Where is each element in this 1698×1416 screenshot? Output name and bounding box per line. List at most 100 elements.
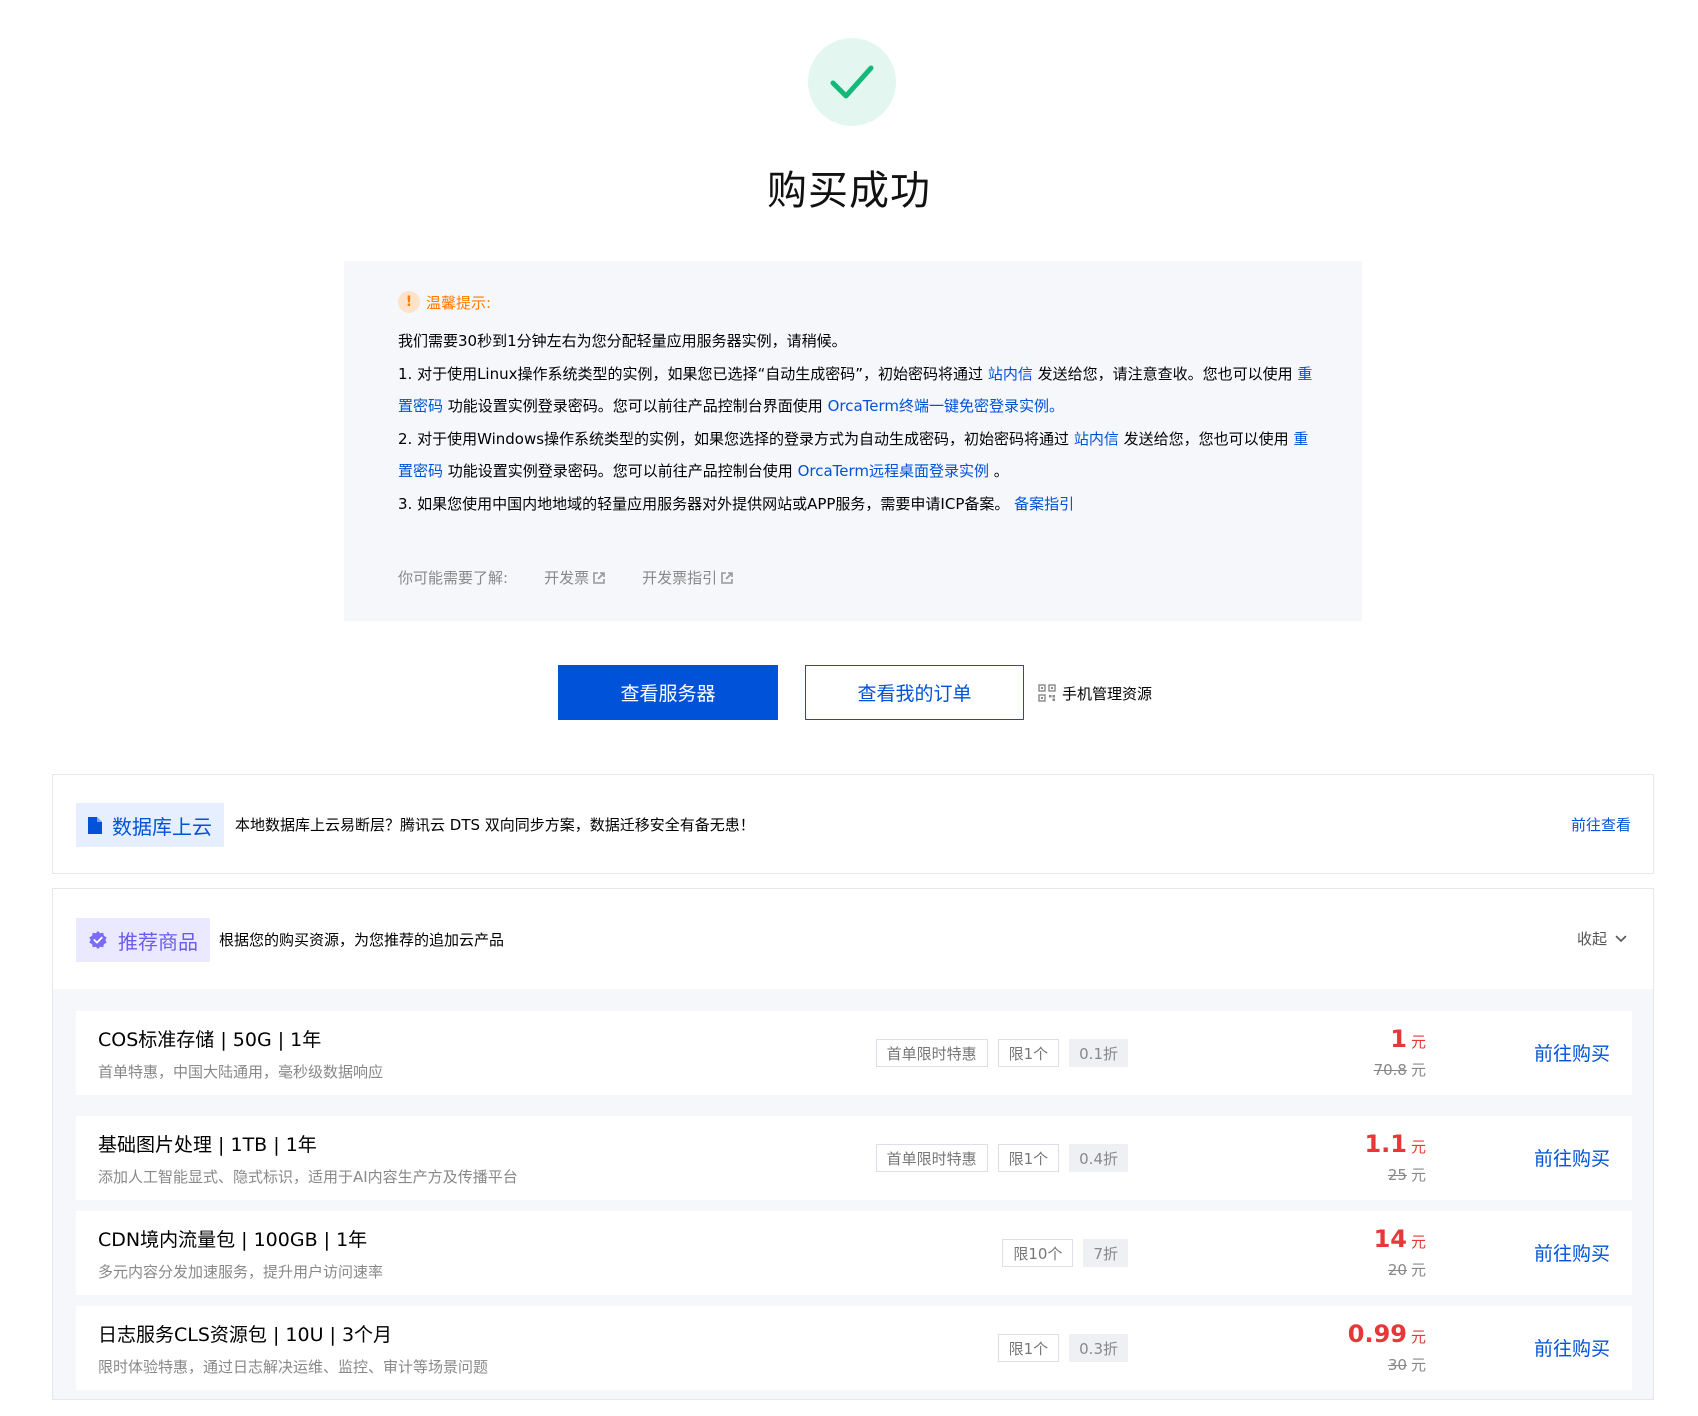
discount-tag: 0.1折 (1069, 1039, 1128, 1067)
database-banner-text: 本地数据库上云易断层？腾讯云 DTS 双向同步方案，数据迁移安全有备无患！ (235, 816, 755, 834)
notice-text: 发送给您，您也可以使用 (1118, 429, 1294, 448)
invoice-guide-link-label: 开发票指引 (642, 569, 718, 587)
notice-text: 功能设置实例登录密码。您可以前往产品控制台界面使用 (443, 397, 828, 415)
product-name: CDN境内流量包 | 100GB | 1年 (98, 1229, 368, 1251)
success-badge (808, 38, 896, 126)
product-tags: 首单限时特惠 限1个 0.4折 (866, 1144, 1128, 1172)
mobile-manage-label: 手机管理资源 (1062, 684, 1153, 703)
buy-link[interactable]: 前往购买 (1534, 1039, 1610, 1066)
product-price: 0.99 元 30 元 (1348, 1320, 1426, 1375)
document-icon (88, 816, 102, 834)
warning-icon: ! (398, 291, 420, 313)
page-title: 购买成功 (767, 168, 931, 214)
database-banner: 数据库上云 本地数据库上云易断层？腾讯云 DTS 双向同步方案，数据迁移安全有备… (52, 774, 1654, 874)
recommend-tag-label: 推荐商品 (118, 929, 198, 954)
invoice-guide-link[interactable]: 开发票指引 (642, 567, 734, 588)
buy-link[interactable]: 前往购买 (1534, 1334, 1610, 1361)
original-price-unit: 元 (1410, 1061, 1426, 1079)
recommend-panel: 推荐商品 根据您的购买资源，为您推荐的追加云产品 收起 COS标准存储 | 50… (52, 888, 1654, 1400)
notice-header: ! 温馨提示: (398, 291, 491, 313)
orcaterm-remote-desktop-link[interactable]: OrcaTerm远程桌面登录实例 (798, 462, 989, 480)
external-link-icon (593, 571, 605, 584)
price-unit: 元 (1410, 1138, 1426, 1156)
recommend-desc: 根据您的购买资源，为您推荐的追加云产品 (219, 931, 505, 949)
check-icon (830, 65, 874, 99)
notice-text: 发送给您，请注意查收。您也可以使用 (1032, 364, 1298, 383)
database-tag: 数据库上云 (76, 803, 224, 847)
site-message-link[interactable]: 站内信 (988, 365, 1033, 383)
current-price: 14 (1373, 1225, 1407, 1253)
product-desc: 首单特惠，中国大陆通用，毫秒级数据响应 (98, 1063, 384, 1081)
invoice-link-label: 开发票 (544, 569, 590, 587)
view-servers-button[interactable]: 查看服务器 (558, 665, 778, 720)
product-tags: 首单限时特惠 限1个 0.1折 (866, 1039, 1128, 1067)
buy-link[interactable]: 前往购买 (1534, 1239, 1610, 1266)
discount-tag: 7折 (1083, 1239, 1128, 1267)
original-price-unit: 元 (1410, 1166, 1426, 1184)
limit-tag: 限1个 (997, 1144, 1060, 1172)
price-unit: 元 (1410, 1233, 1426, 1251)
notice-text: 。 (989, 462, 1009, 480)
notice-text: 3. 如果您使用中国内地地域的轻量应用服务器对外提供网站或APP服务，需要申请I… (398, 494, 1015, 513)
external-link-icon (721, 571, 733, 584)
site-message-link[interactable]: 站内信 (1074, 430, 1119, 448)
notice-panel: ! 温馨提示: 我们需要30秒到1分钟左右为您分配轻量应用服务器实例，请稍候。 … (344, 261, 1362, 621)
view-orders-button[interactable]: 查看我的订单 (805, 665, 1024, 720)
original-price-unit: 元 (1410, 1356, 1426, 1374)
product-name: 日志服务CLS资源包 | 10U | 3个月 (98, 1324, 393, 1346)
notice-body: 我们需要30秒到1分钟左右为您分配轻量应用服务器实例，请稍候。 1. 对于使用L… (398, 325, 1318, 520)
notice-text: 1. 对于使用Linux操作系统类型的实例，如果您已选择“自动生成密码”，初始密… (398, 364, 988, 383)
collapse-label: 收起 (1576, 930, 1607, 948)
recommend-list: COS标准存储 | 50G | 1年 首单特惠，中国大陆通用，毫秒级数据响应 首… (53, 989, 1653, 1399)
verified-badge-icon (89, 931, 107, 949)
chevron-down-icon (1615, 935, 1627, 942)
product-desc: 多元内容分发加速服务，提升用户访问速率 (98, 1263, 384, 1281)
product-row-image-processing: 基础图片处理 | 1TB | 1年 添加人工智能显式、隐式标识，适用于AI内容生… (76, 1116, 1632, 1200)
product-row-cls: 日志服务CLS资源包 | 10U | 3个月 限时体验特惠，通过日志解决运维、监… (76, 1306, 1632, 1390)
learn-more-row: 你可能需要了解: 开发票 开发票指引 (398, 567, 734, 588)
mobile-manage-link[interactable]: 手机管理资源 (1038, 681, 1152, 705)
product-price: 14 元 20 元 (1374, 1225, 1426, 1280)
icp-guide-link[interactable]: 备案指引 (1014, 495, 1074, 513)
qrcode-icon (1038, 684, 1056, 702)
price-unit: 元 (1410, 1328, 1426, 1346)
product-desc: 添加人工智能显式、隐式标识，适用于AI内容生产方及传播平台 (98, 1168, 518, 1186)
product-tags: 限1个 0.3折 (988, 1334, 1128, 1362)
original-price: 30 (1387, 1356, 1407, 1374)
notice-item-2: 2. 对于使用Windows操作系统类型的实例，如果您选择的登录方式为自动生成密… (398, 423, 1318, 488)
notice-text: 功能设置实例登录密码。您可以前往产品控制台使用 (443, 462, 798, 480)
product-name: COS标准存储 | 50G | 1年 (98, 1029, 322, 1051)
current-price: 1.1 (1364, 1130, 1407, 1158)
current-price: 0.99 (1347, 1320, 1407, 1348)
limit-tag: 限1个 (997, 1334, 1060, 1362)
database-tag-label: 数据库上云 (112, 814, 212, 839)
orcaterm-login-link[interactable]: OrcaTerm终端一键免密登录实例。 (828, 397, 1064, 415)
collapse-toggle[interactable]: 收起 (1577, 928, 1627, 949)
discount-tag: 0.3折 (1069, 1334, 1128, 1362)
notice-item-3: 3. 如果您使用中国内地地域的轻量应用服务器对外提供网站或APP服务，需要申请I… (398, 488, 1318, 521)
invoice-link[interactable]: 开发票 (544, 567, 606, 588)
current-price: 1 (1390, 1025, 1407, 1053)
original-price: 20 (1387, 1261, 1407, 1279)
product-row-cos: COS标准存储 | 50G | 1年 首单特惠，中国大陆通用，毫秒级数据响应 首… (76, 1011, 1632, 1095)
price-unit: 元 (1410, 1033, 1426, 1051)
notice-text: 2. 对于使用Windows操作系统类型的实例，如果您选择的登录方式为自动生成密… (398, 429, 1074, 448)
product-desc: 限时体验特惠，通过日志解决运维、监控、审计等场景问题 (98, 1358, 489, 1376)
notice-line-0: 我们需要30秒到1分钟左右为您分配轻量应用服务器实例，请稍候。 (398, 332, 847, 350)
product-price: 1.1 元 25 元 (1364, 1130, 1426, 1185)
product-row-cdn: CDN境内流量包 | 100GB | 1年 多元内容分发加速服务，提升用户访问速… (76, 1211, 1632, 1295)
notice-item-1: 1. 对于使用Linux操作系统类型的实例，如果您已选择“自动生成密码”，初始密… (398, 358, 1318, 423)
promo-tag: 首单限时特惠 (875, 1144, 988, 1172)
product-price: 1元 70.8 元 (1374, 1025, 1426, 1080)
view-dts-link[interactable]: 前往查看 (1571, 814, 1631, 835)
buy-link[interactable]: 前往购买 (1534, 1144, 1610, 1171)
original-price-unit: 元 (1410, 1261, 1426, 1279)
limit-tag: 限1个 (997, 1039, 1060, 1067)
notice-title: 温馨提示: (426, 293, 492, 312)
recommend-tag: 推荐商品 (76, 918, 210, 962)
original-price: 70.8 (1373, 1061, 1407, 1079)
limit-tag: 限10个 (1002, 1239, 1074, 1267)
learn-more-label: 你可能需要了解: (398, 569, 509, 587)
discount-tag: 0.4折 (1069, 1144, 1128, 1172)
promo-tag: 首单限时特惠 (875, 1039, 988, 1067)
